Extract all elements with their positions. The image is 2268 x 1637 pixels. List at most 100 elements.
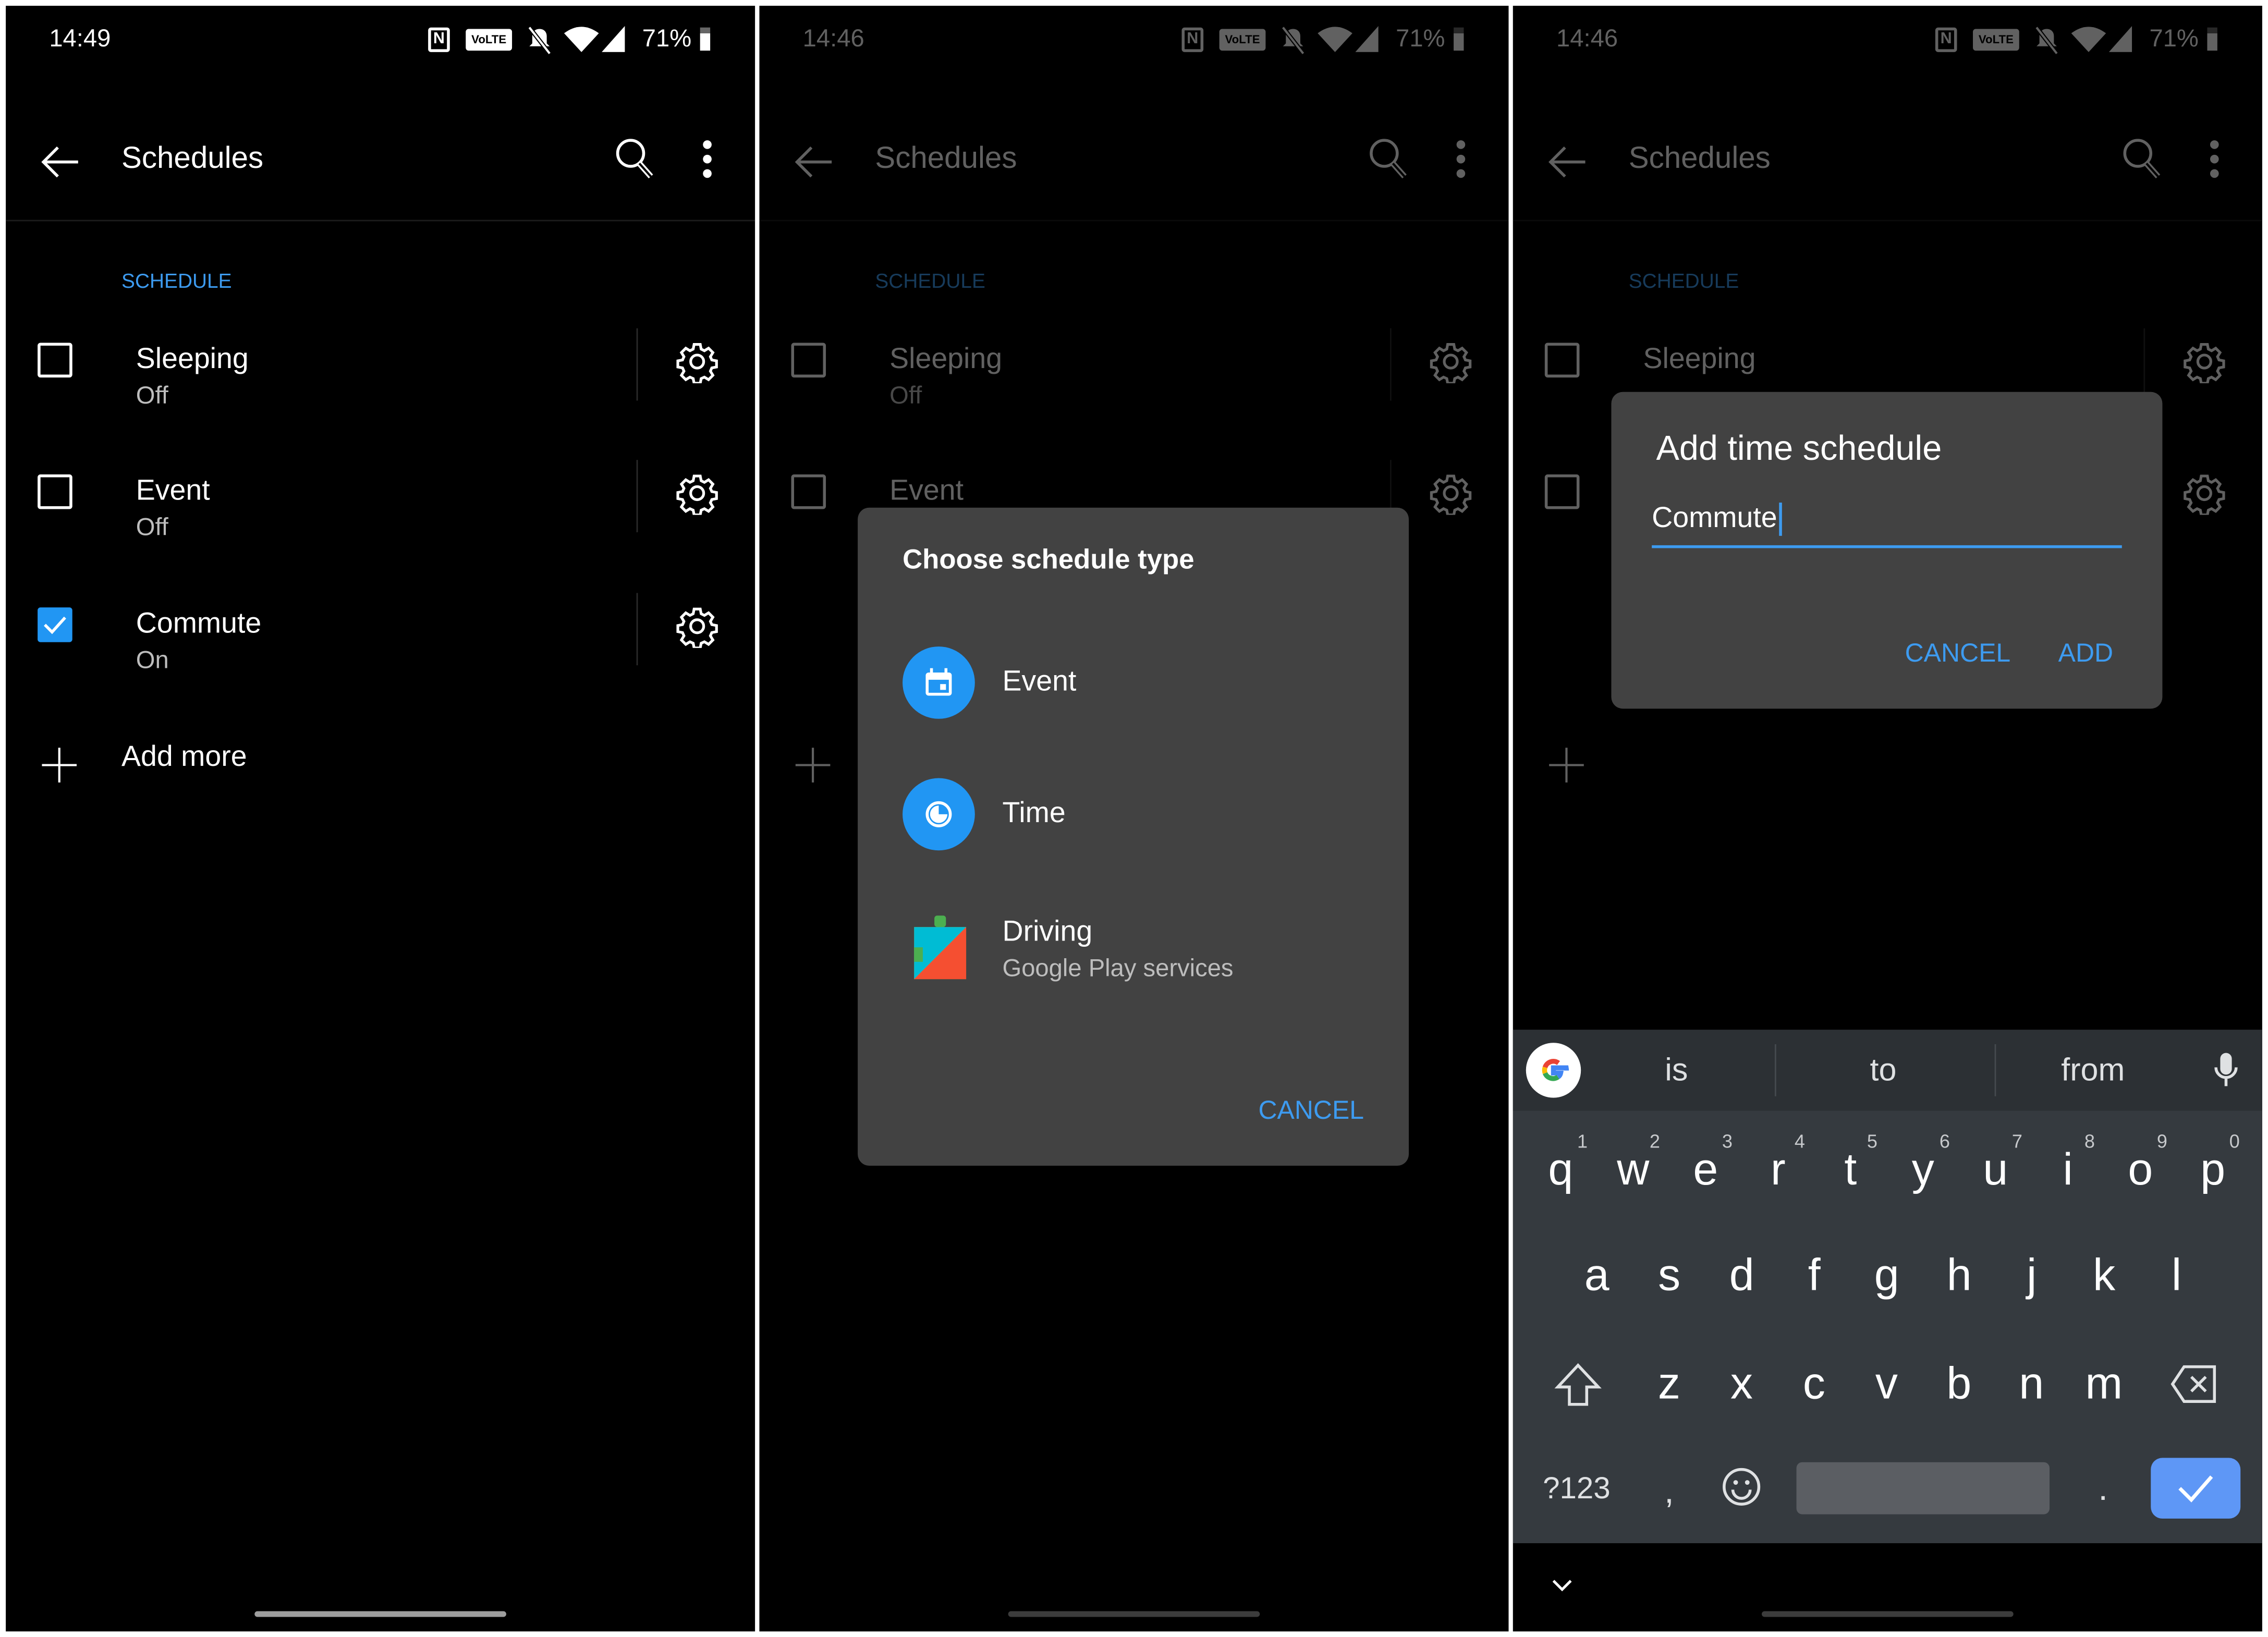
key-f[interactable]: f (1808, 1250, 1821, 1302)
shift-key[interactable] (1553, 1361, 1602, 1410)
cancel-button[interactable]: CANCEL (1905, 639, 2011, 669)
key-b[interactable]: b (1946, 1358, 1971, 1410)
phone-screen-3: 14:46NVoLTE71%SchedulesSCHEDULESleepingA… (1513, 6, 2262, 1632)
section-header: SCHEDULE (121, 269, 232, 292)
key-r[interactable]: r (1771, 1144, 1786, 1196)
key-q[interactable]: q (1548, 1144, 1573, 1196)
hide-keyboard-button[interactable] (1551, 1577, 1574, 1594)
back-button[interactable] (41, 142, 81, 182)
comma-key[interactable]: , (1664, 1472, 1674, 1513)
key-d[interactable]: d (1729, 1250, 1754, 1302)
key-p[interactable]: p (2200, 1144, 2225, 1196)
more-options-button[interactable] (700, 139, 715, 179)
key-hint: 5 (1867, 1130, 1877, 1152)
nfc-icon: N (428, 27, 450, 52)
signal-icon (602, 26, 625, 52)
key-y[interactable]: y (1912, 1144, 1934, 1196)
schedule-type-option[interactable]: Driving Google Play services (858, 881, 1409, 1011)
microphone-icon[interactable] (2213, 1050, 2239, 1091)
home-indicator (254, 1611, 506, 1617)
schedule-row[interactable]: Event Off (6, 434, 755, 549)
key-hint: 2 (1649, 1130, 1660, 1152)
key-hint: 0 (2229, 1130, 2240, 1152)
suggestion-divider (1994, 1044, 1996, 1096)
enter-key[interactable] (2151, 1458, 2241, 1519)
key-e[interactable]: e (1693, 1144, 1718, 1196)
battery-icon (700, 27, 711, 51)
key-hint: 8 (2084, 1130, 2095, 1152)
schedule-name-input[interactable]: Commute (1652, 493, 2122, 548)
schedule-title: Sleeping (136, 343, 249, 375)
key-k[interactable]: k (2093, 1250, 2115, 1302)
add-time-schedule-dialog: Add time schedule Commute CANCEL ADD (1611, 392, 2163, 709)
schedule-title: Commute (136, 608, 262, 640)
schedule-row[interactable]: Sleeping Off (6, 302, 755, 418)
period-key[interactable]: . (2098, 1470, 2108, 1510)
option-sublabel: Google Play services (1002, 954, 1234, 982)
schedule-type-option[interactable]: Time (858, 749, 1409, 879)
volte-icon: VoLTE (466, 29, 513, 51)
schedule-type-option[interactable]: Event (858, 618, 1409, 748)
key-s[interactable]: s (1658, 1250, 1680, 1302)
emoji-key[interactable] (1721, 1467, 1762, 1507)
schedule-status: Off (136, 382, 168, 410)
schedule-type-dialog: Choose schedule type Event Time Driving Goog… (858, 507, 1409, 1166)
input-value: Commute (1652, 503, 1782, 536)
key-hint: 7 (2011, 1130, 2022, 1152)
key-a[interactable]: a (1584, 1250, 1609, 1302)
schedule-status: Off (136, 513, 168, 541)
key-u[interactable]: u (1983, 1144, 2008, 1196)
key-z[interactable]: z (1658, 1358, 1680, 1410)
key-hint: 4 (1794, 1130, 1805, 1152)
row-divider (636, 593, 638, 666)
clock-icon (903, 778, 975, 851)
key-w[interactable]: w (1617, 1144, 1649, 1196)
key-j[interactable]: j (2027, 1250, 2037, 1302)
schedule-row[interactable]: Commute On (6, 567, 755, 682)
key-o[interactable]: o (2128, 1144, 2153, 1196)
google-icon[interactable] (1526, 1043, 1581, 1098)
dialog-title: Add time schedule (1656, 429, 1942, 469)
space-bar[interactable] (1796, 1462, 2050, 1514)
keyboard: is to from q 1 w 2 e 3 r 4 t 5 y 6 u 7 i 8 o 9 p 0 a s d f g h j k l z x c… (1513, 1030, 2262, 1544)
phone-screen-1: 14:49 N VoLTE 71% Schedules SCHEDULE Sleeping O… (6, 6, 755, 1632)
key-n[interactable]: n (2019, 1358, 2044, 1410)
symbols-key[interactable]: ?123 (1543, 1472, 1611, 1507)
key-i[interactable]: i (2063, 1144, 2073, 1196)
key-h[interactable]: h (1947, 1250, 1972, 1302)
row-divider (636, 328, 638, 401)
key-x[interactable]: x (1730, 1358, 1753, 1410)
key-v[interactable]: v (1875, 1358, 1898, 1410)
suggestion[interactable]: is (1665, 1052, 1688, 1089)
schedule-checkbox[interactable] (38, 607, 72, 642)
key-hint: 9 (2156, 1130, 2167, 1152)
mute-icon (527, 26, 553, 55)
settings-gear-icon[interactable] (676, 340, 719, 384)
suggestion[interactable]: from (2061, 1052, 2125, 1089)
key-t[interactable]: t (1844, 1144, 1857, 1196)
add-button[interactable]: ADD (2058, 639, 2113, 669)
key-m[interactable]: m (2086, 1358, 2123, 1410)
backspace-key[interactable] (2169, 1362, 2218, 1406)
suggestion[interactable]: to (1870, 1052, 1897, 1089)
key-hint: 1 (1577, 1130, 1588, 1152)
key-g[interactable]: g (1874, 1250, 1899, 1302)
option-label: Event (1002, 666, 1077, 698)
settings-gear-icon[interactable] (676, 471, 719, 515)
cancel-button[interactable]: CANCEL (1258, 1095, 1364, 1126)
schedule-checkbox[interactable] (38, 474, 72, 509)
add-more-label: Add more (121, 741, 247, 773)
status-time: 14:49 (49, 25, 111, 52)
key-c[interactable]: c (1803, 1358, 1825, 1410)
schedule-status: On (136, 646, 169, 674)
key-l[interactable]: l (2172, 1250, 2181, 1302)
toolbar-divider (6, 219, 755, 222)
battery-percent: 71% (642, 25, 692, 52)
schedule-checkbox[interactable] (38, 343, 72, 378)
wifi-icon (564, 26, 599, 52)
add-more-button[interactable] (41, 736, 474, 794)
settings-gear-icon[interactable] (676, 605, 719, 648)
schedule-title: Event (136, 475, 210, 507)
search-button[interactable] (613, 136, 656, 182)
key-hint: 3 (1722, 1130, 1733, 1152)
